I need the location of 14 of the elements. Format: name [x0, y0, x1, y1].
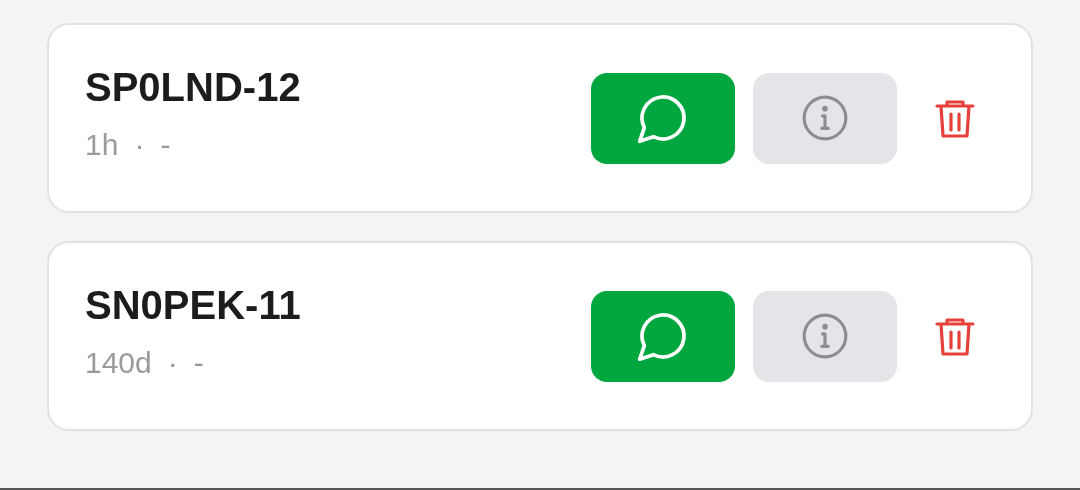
separator-dot: · [167, 345, 178, 380]
station-detail: - [160, 127, 171, 162]
last-heard-age: 1h [85, 127, 119, 162]
info-button[interactable] [753, 290, 897, 382]
info-button[interactable] [753, 72, 897, 164]
last-heard-age: 140d [85, 345, 152, 380]
chat-button[interactable] [591, 290, 735, 382]
station-detail: - [193, 345, 204, 380]
chat-button[interactable] [591, 72, 735, 164]
info-icon [800, 93, 850, 143]
station-callsign: SN0PEK-11 [85, 282, 302, 328]
separator-dot: · [134, 127, 145, 162]
info-icon [800, 311, 850, 361]
station-callsign: SP0LND-12 [85, 64, 302, 110]
